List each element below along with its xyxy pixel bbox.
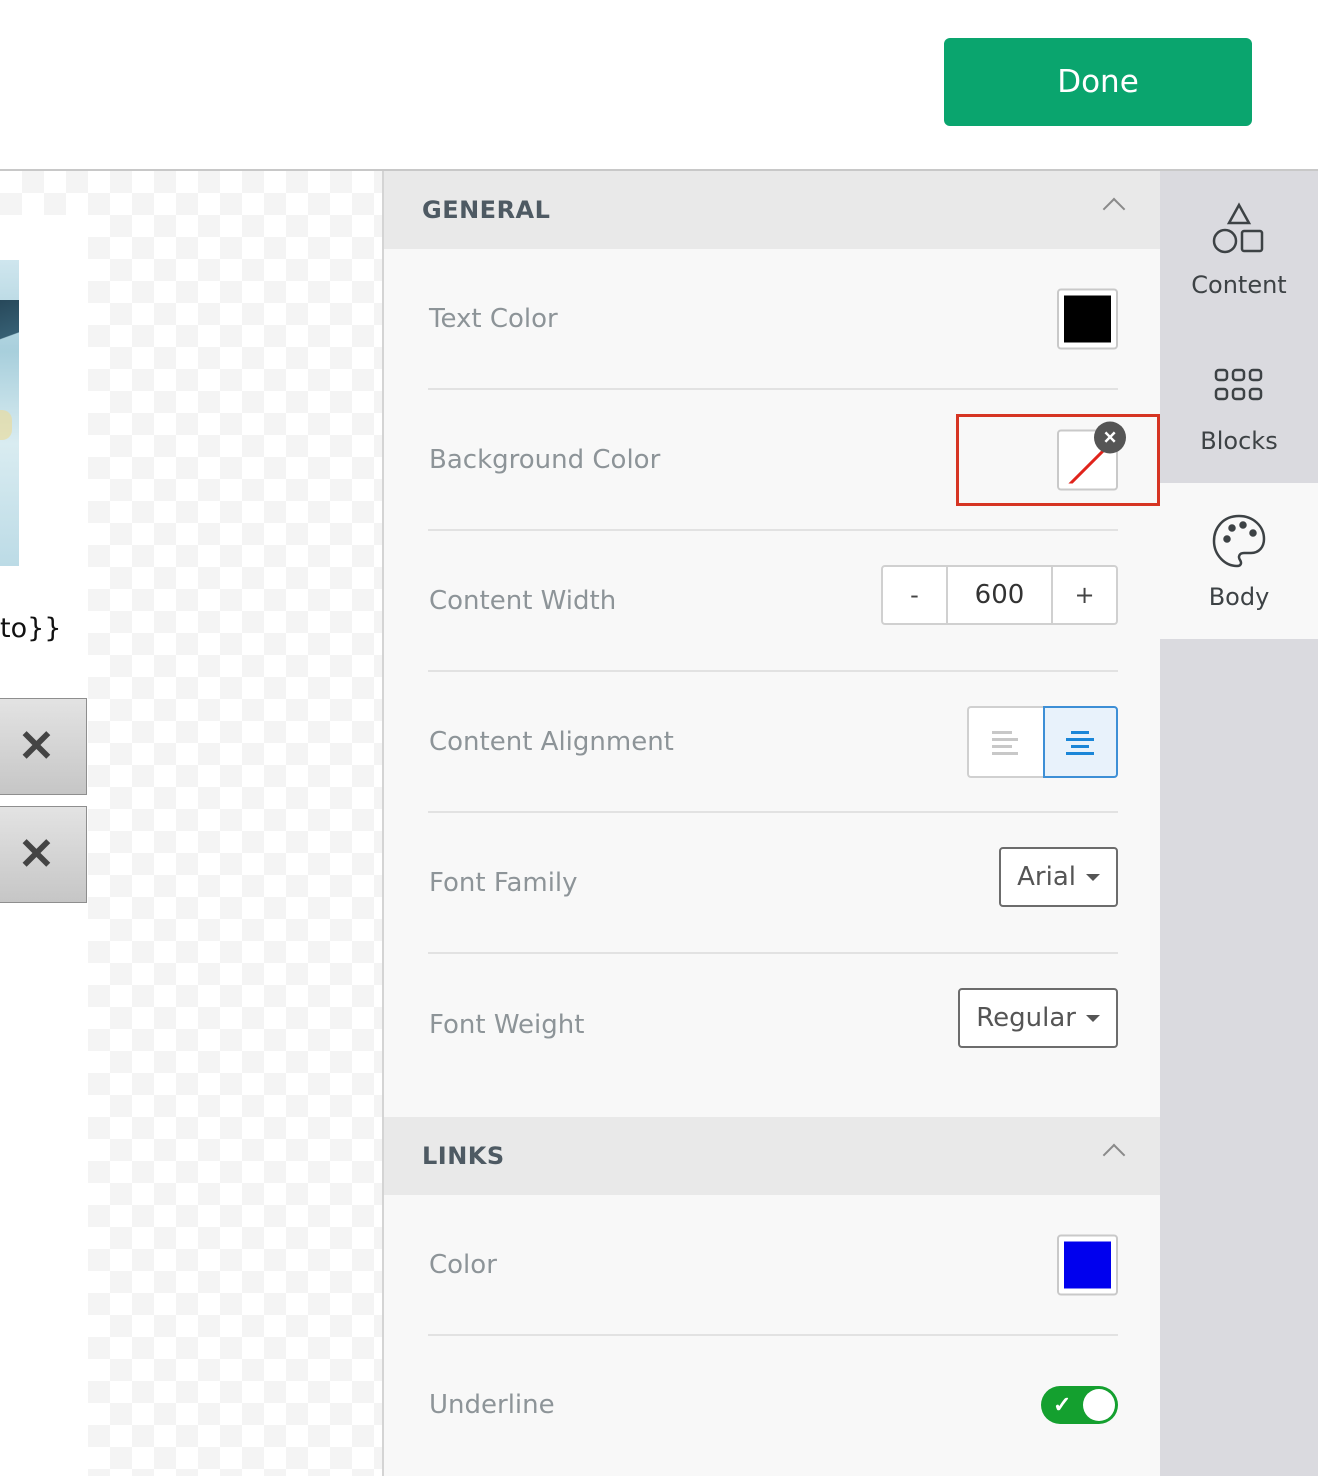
- top-bar: Done: [0, 0, 1318, 171]
- section-title: GENERAL: [422, 196, 551, 224]
- content-width-label: Content Width: [429, 585, 617, 616]
- underline-toggle[interactable]: ✓: [1041, 1385, 1118, 1424]
- tab-label: Blocks: [1200, 427, 1278, 455]
- align-left-button[interactable]: [967, 706, 1043, 778]
- align-center-button[interactable]: [1042, 706, 1118, 778]
- toggle-knob: [1083, 1388, 1115, 1421]
- font-weight-value: Regular: [976, 1003, 1076, 1033]
- link-color-swatch[interactable]: [1057, 1234, 1118, 1295]
- check-icon: ✓: [1053, 1391, 1072, 1417]
- row-underline: Underline ✓: [428, 1334, 1118, 1475]
- row-content-alignment: Content Alignment: [428, 672, 1118, 813]
- decrement-button[interactable]: -: [883, 567, 946, 623]
- row-background-color: Background Color ×: [428, 390, 1126, 531]
- chevron-up-icon[interactable]: [1102, 197, 1126, 221]
- alignment-toggle-group: [967, 706, 1118, 778]
- underline-label: Underline: [429, 1389, 555, 1420]
- email-image[interactable]: [0, 260, 19, 566]
- section-general-header[interactable]: GENERAL: [384, 171, 1162, 249]
- align-center-icon: [1066, 731, 1095, 755]
- email-body: to}} ✕ ✕: [0, 215, 88, 1476]
- caret-down-icon: [1086, 873, 1100, 881]
- font-family-label: Font Family: [429, 867, 578, 898]
- shapes-icon: [1209, 199, 1269, 259]
- section-links-header[interactable]: LINKS: [384, 1117, 1162, 1195]
- content-alignment-label: Content Alignment: [429, 726, 674, 757]
- palette-icon: [1209, 511, 1269, 571]
- email-canvas: to}} ✕ ✕: [0, 171, 382, 1476]
- text-color-label: Text Color: [429, 303, 558, 334]
- text-color-swatch[interactable]: [1057, 288, 1118, 349]
- section-title: LINKS: [422, 1142, 505, 1170]
- merge-tag-text: to}}: [0, 613, 62, 644]
- close-icon: ✕: [18, 830, 55, 879]
- font-weight-label: Font Weight: [429, 1009, 585, 1040]
- chevron-up-icon[interactable]: [1102, 1143, 1126, 1167]
- clear-color-icon[interactable]: ×: [1094, 421, 1126, 453]
- background-color-label: Background Color: [429, 444, 661, 475]
- text-color-fill: [1064, 295, 1111, 342]
- grid-icon: [1209, 355, 1269, 415]
- increment-button[interactable]: +: [1053, 567, 1116, 623]
- done-button[interactable]: Done: [944, 38, 1252, 126]
- font-weight-dropdown[interactable]: Regular: [958, 988, 1118, 1048]
- background-color-swatch[interactable]: ×: [1057, 421, 1126, 490]
- side-tab-rail: Content Blocks Body: [1160, 171, 1318, 1476]
- tab-blocks[interactable]: Blocks: [1160, 327, 1318, 483]
- tab-body[interactable]: Body: [1160, 483, 1318, 639]
- font-family-dropdown[interactable]: Arial: [999, 847, 1118, 907]
- content-width-input[interactable]: 600: [946, 567, 1053, 623]
- row-link-color: Color: [428, 1195, 1118, 1336]
- align-left-icon: [991, 731, 1018, 755]
- row-font-weight: Font Weight Regular: [428, 954, 1118, 1095]
- tab-content[interactable]: Content: [1160, 171, 1318, 327]
- tab-label: Content: [1191, 271, 1287, 299]
- row-text-color: Text Color: [428, 249, 1118, 390]
- font-family-value: Arial: [1017, 862, 1076, 892]
- remove-block-button[interactable]: ✕: [0, 806, 87, 903]
- link-color-fill: [1064, 1241, 1111, 1288]
- row-font-family: Font Family Arial: [428, 813, 1118, 954]
- row-content-width: Content Width - 600 +: [428, 531, 1118, 672]
- link-color-label: Color: [429, 1249, 497, 1280]
- tab-label: Body: [1208, 583, 1270, 611]
- caret-down-icon: [1086, 1014, 1100, 1022]
- content-width-stepper: - 600 +: [881, 565, 1118, 625]
- close-icon: ✕: [18, 722, 55, 771]
- remove-block-button[interactable]: ✕: [0, 698, 87, 795]
- settings-panel: GENERAL Text Color Background Color × Co…: [382, 171, 1162, 1476]
